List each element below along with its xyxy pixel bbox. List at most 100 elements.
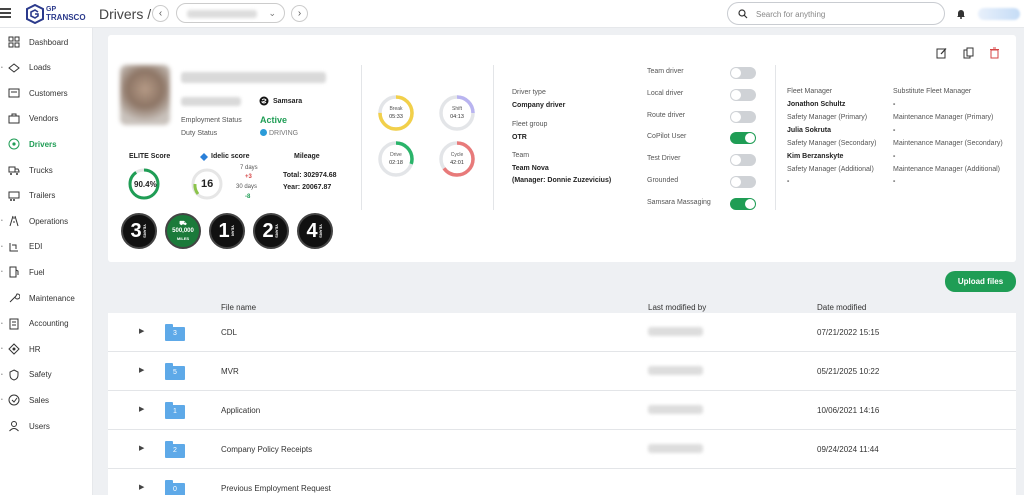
hos-label: Cycle (450, 152, 464, 158)
file-name[interactable]: MVR (221, 367, 239, 376)
driver-photo (120, 65, 170, 125)
expand-caret-icon[interactable]: ▶ (139, 483, 144, 491)
expand-caret-icon[interactable]: ▶ (139, 366, 144, 374)
achievement-badge: 1 YEAR (209, 213, 245, 249)
table-row[interactable]: ▶ 1 Application 10/06/2021 14:16 (108, 391, 1016, 430)
next-driver-button[interactable]: › (291, 5, 308, 22)
sidebar-item-drivers[interactable]: Drivers (0, 133, 93, 155)
sidebar-item-sales[interactable]: • Sales (0, 389, 93, 411)
hos-label: Shift (451, 106, 462, 112)
badge-text: 4 (306, 219, 318, 242)
sidebar-item-fuel[interactable]: • Fuel (0, 261, 93, 283)
duty-status-value: DRIVING (268, 130, 299, 137)
maint-additional-label: Maintenance Manager (Additional) (893, 166, 1001, 173)
sidebar-item-trailers[interactable]: Trailers (0, 185, 93, 207)
idelic-7d-label: 7 days (240, 165, 258, 171)
flag-toggle-test-driver[interactable] (730, 154, 756, 167)
flag-toggle-route-driver[interactable] (730, 110, 756, 123)
sidebar-item-label: Dashboard (29, 37, 69, 47)
sidebar-item-maintenance[interactable]: Maintenance (0, 287, 93, 309)
folder-count: 0 (165, 483, 185, 495)
driver-select[interactable]: ⌄ (176, 3, 285, 23)
achievement-badge: 3 YEARS (121, 213, 157, 249)
date-modified: 09/24/2024 11:44 (817, 445, 879, 454)
badge-text: 3 (130, 219, 142, 242)
sidebar-item-accounting[interactable]: • Accounting (0, 313, 93, 335)
sidebar: Dashboard • Loads Customers Vendors Drivers Tr… (0, 28, 93, 495)
folder-icon: 5 (165, 363, 185, 380)
file-name[interactable]: Application (221, 406, 260, 415)
flag-toggle-grounded[interactable] (730, 176, 756, 188)
flag-toggle-copilot-user[interactable] (730, 132, 756, 145)
prev-driver-button[interactable]: ‹ (152, 5, 169, 22)
safety-additional-value: - (787, 178, 790, 185)
table-row[interactable]: ▶ 5 MVR 05/21/2025 10:22 (108, 352, 1016, 391)
badge-sub: YEARS (274, 224, 280, 238)
team-value: Team Nova (512, 165, 549, 172)
menu-icon[interactable] (0, 8, 11, 18)
top-bar: GP TRANSCO Drivers / ‹ ⌄ › (0, 0, 1024, 28)
folder-icon: 2 (165, 441, 185, 458)
logo[interactable]: GP TRANSCO (26, 3, 86, 25)
hos-value: 05:33 (389, 114, 403, 120)
idelic-score-label: Idelic score (211, 153, 250, 160)
flag-toggle-samsara-massaging[interactable] (730, 197, 756, 210)
safety-primary-label: Safety Manager (Primary) (787, 114, 868, 121)
upload-files-button[interactable]: Upload files (945, 271, 1016, 292)
table-row[interactable]: ▶ 3 CDL 07/21/2022 15:15 (108, 313, 1016, 352)
samsara-logo-icon (259, 96, 269, 106)
search-input[interactable] (756, 7, 936, 21)
sidebar-item-label: Safety (29, 370, 52, 380)
safety-primary-value: Julia Sokruta (787, 127, 831, 134)
expand-caret-icon[interactable]: ▶ (139, 444, 144, 452)
expand-caret-icon[interactable]: ▶ (139, 405, 144, 413)
mileage-label: Mileage (294, 153, 320, 160)
expand-caret-icon[interactable]: ▶ (139, 327, 144, 335)
divider (493, 65, 494, 210)
team-label: Team (512, 152, 530, 159)
file-name[interactable]: CDL (221, 328, 237, 337)
table-row[interactable]: ▶ 2 Company Policy Receipts 09/24/2024 11:4… (108, 430, 1016, 469)
col-header-file-name[interactable]: File name (221, 303, 256, 312)
sidebar-item-label: Sales (29, 395, 50, 405)
sales-icon (8, 394, 20, 406)
sidebar-item-customers[interactable]: Customers (0, 82, 93, 104)
badge-sub: YEAR (230, 225, 236, 237)
last-modified-by (648, 366, 703, 375)
sidebar-item-label: Maintenance (29, 293, 75, 303)
sidebar-item-dashboard[interactable]: Dashboard (0, 31, 93, 53)
file-name[interactable]: Previous Employment Request (221, 484, 331, 493)
driver-id (181, 97, 241, 106)
sidebar-item-users[interactable]: Users (0, 415, 93, 437)
flag-label: Local driver (647, 89, 684, 97)
sidebar-item-operations[interactable]: • Operations (0, 210, 93, 232)
delete-icon[interactable] (989, 47, 1000, 59)
col-header-date-modified[interactable]: Date modified (817, 303, 866, 312)
trucks-icon (8, 166, 20, 175)
sidebar-item-vendors[interactable]: Vendors (0, 108, 93, 130)
driver-type-value: Company driver (512, 102, 566, 109)
copy-icon[interactable] (963, 47, 974, 59)
table-row[interactable]: ▶ 0 Previous Employment Request (108, 469, 1016, 495)
sidebar-item-loads[interactable]: • Loads (0, 57, 93, 79)
sidebar-item-edi[interactable]: • EDI (0, 236, 93, 258)
flag-toggle-team-driver[interactable] (730, 67, 756, 79)
edit-icon[interactable] (936, 47, 947, 59)
col-header-last-modified-by[interactable]: Last modified by (648, 303, 706, 312)
date-modified: 07/21/2022 15:15 (817, 328, 880, 337)
maint-secondary-value: - (893, 153, 896, 160)
employment-status-label: Employment Status (181, 117, 242, 124)
sidebar-item-trucks[interactable]: Trucks (0, 159, 93, 181)
chevron-down-icon: ⌄ (268, 8, 276, 18)
file-name[interactable]: Company Policy Receipts (221, 445, 312, 454)
divider (361, 65, 362, 210)
bell-icon[interactable] (956, 8, 966, 19)
folder-count: 1 (165, 405, 185, 419)
sidebar-item-safety[interactable]: • Safety (0, 364, 93, 386)
sidebar-item-label: EDI (29, 242, 43, 252)
sidebar-item-label: Accounting (29, 319, 69, 329)
flag-toggle-local-driver[interactable] (730, 88, 756, 101)
employment-status-value: Active (260, 115, 288, 125)
user-avatar[interactable] (978, 8, 1020, 20)
sidebar-item-hr[interactable]: • HR (0, 338, 93, 360)
